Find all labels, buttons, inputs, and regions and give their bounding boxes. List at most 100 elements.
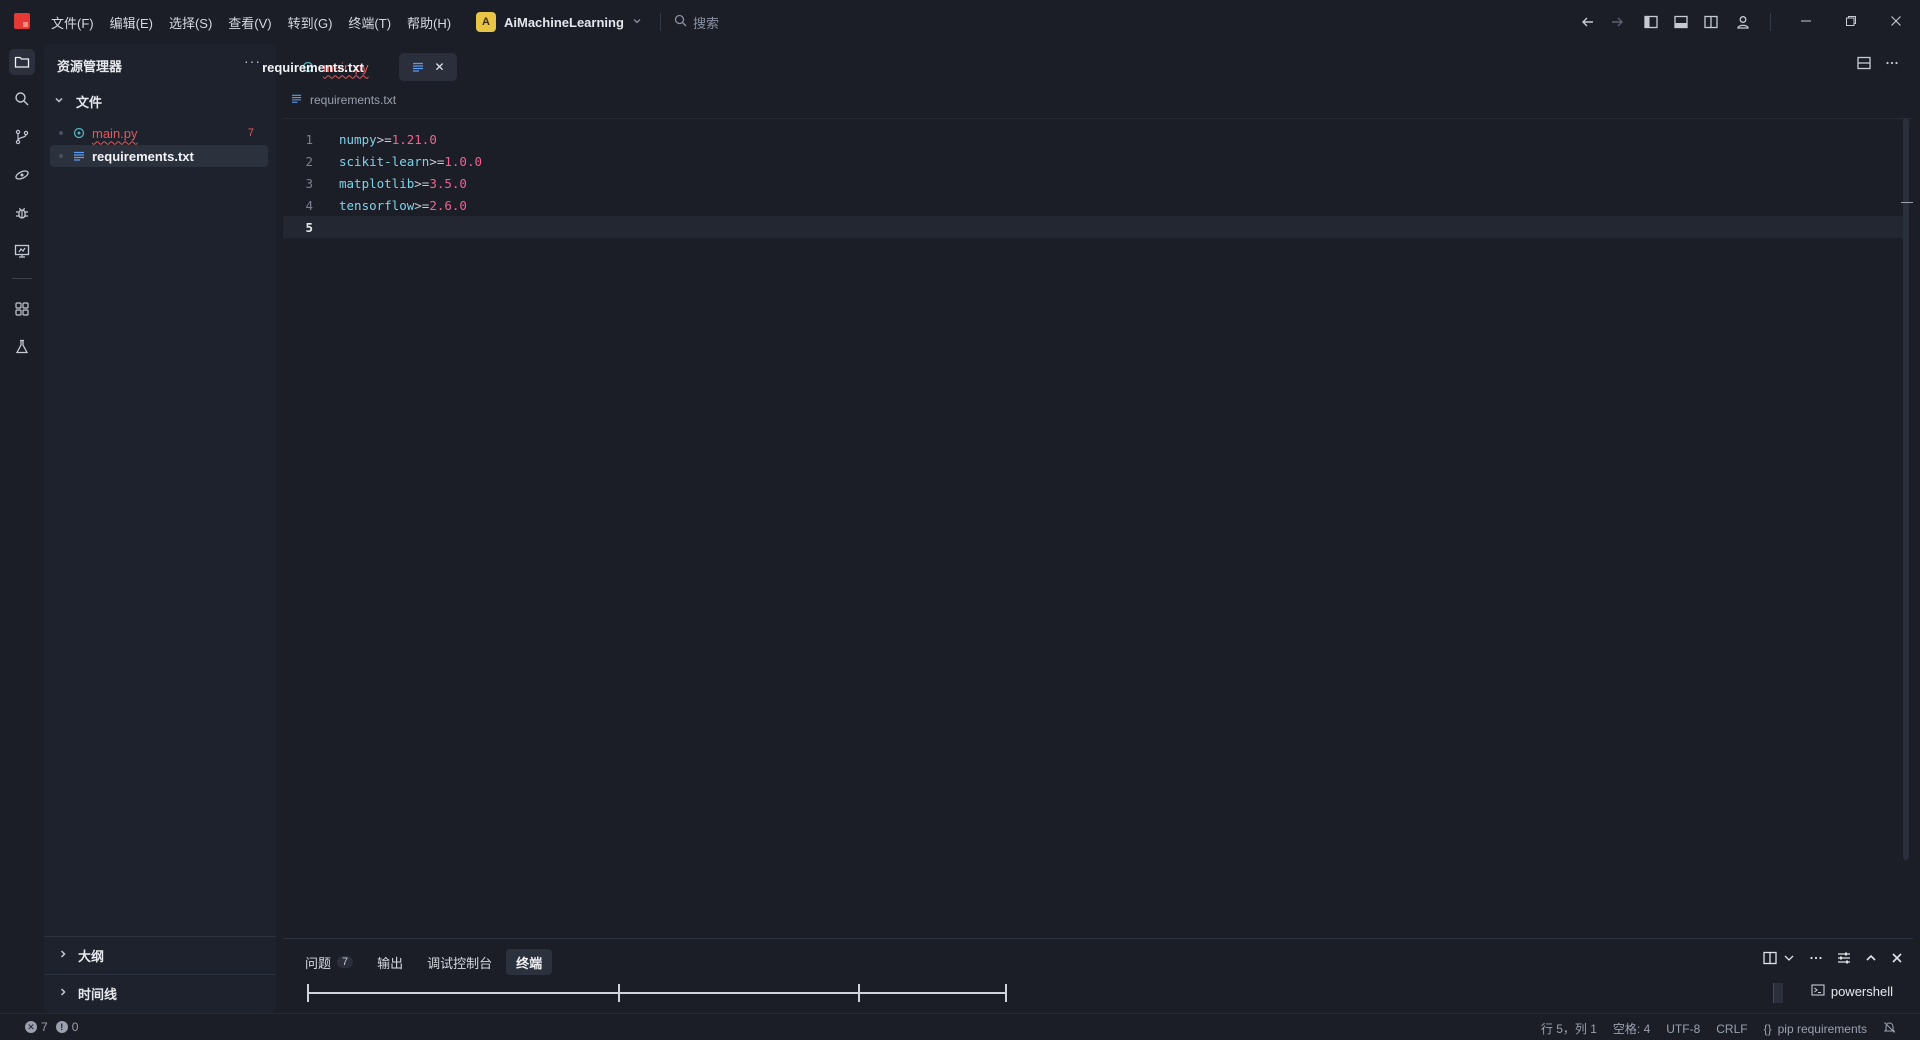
folder-header[interactable]: 文件 bbox=[54, 92, 102, 111]
current-line: 5 bbox=[283, 216, 1903, 238]
project-name: AiMachineLearning bbox=[504, 14, 624, 30]
package-name: scikit-learn bbox=[339, 153, 430, 169]
sidebar-title: 资源管理器 bbox=[57, 59, 123, 74]
timeline-section[interactable]: 时间线 bbox=[44, 974, 276, 1012]
app-logo-icon bbox=[14, 13, 30, 29]
breadcrumb-label: requirements.txt bbox=[310, 92, 397, 107]
package-name: tensorflow bbox=[339, 197, 415, 213]
line-text: scikit-learn>=1.0.0 bbox=[339, 154, 482, 169]
source-control-icon[interactable] bbox=[9, 124, 35, 150]
progress-tick bbox=[1005, 984, 1007, 1002]
file-name: requirements.txt bbox=[92, 148, 194, 164]
tab-requirements-txt[interactable]: requirements.txt ✕ bbox=[262, 53, 457, 81]
title-bar: 文件(F) 编辑(E) 选择(S) 查看(V) 转到(G) 终端(T) 帮助(H… bbox=[0, 0, 1920, 44]
project-badge: A bbox=[476, 12, 496, 32]
tab-debug-console[interactable]: 调试控制台 bbox=[417, 949, 502, 975]
terminal-progress-bar bbox=[307, 983, 1007, 1003]
chevron-right-icon bbox=[58, 949, 68, 962]
chevron-down-icon[interactable] bbox=[1783, 951, 1795, 968]
close-window-icon[interactable] bbox=[1882, 8, 1910, 34]
remote-explorer-icon[interactable] bbox=[9, 238, 35, 264]
terminal-settings-icon[interactable] bbox=[1837, 951, 1851, 968]
tab-terminal[interactable]: 终端 bbox=[506, 949, 553, 975]
operator: >= bbox=[414, 197, 430, 213]
file-name: main.py bbox=[92, 125, 138, 141]
arrow-left-icon[interactable] bbox=[1577, 11, 1599, 33]
close-panel-icon[interactable] bbox=[1891, 951, 1903, 968]
toggle-secondary-sidebar-icon[interactable] bbox=[1700, 11, 1722, 33]
tab-label: 输出 bbox=[377, 955, 404, 971]
explorer-icon[interactable] bbox=[9, 49, 35, 75]
menu-go[interactable]: 转到(G) bbox=[288, 13, 341, 32]
file-item-requirements-txt[interactable]: requirements.txt bbox=[50, 145, 268, 167]
operator: >= bbox=[429, 153, 445, 169]
global-search[interactable]: 搜索 bbox=[674, 11, 719, 33]
activity-bar bbox=[0, 44, 44, 1013]
notifications-muted-icon[interactable] bbox=[1883, 1021, 1896, 1037]
menu-view[interactable]: 查看(V) bbox=[228, 13, 279, 32]
maximize-panel-icon[interactable] bbox=[1865, 951, 1877, 968]
explorer-sidebar: 资源管理器 ··· 文件 main.py 7 requirements.txt … bbox=[44, 44, 276, 1013]
remote-icon[interactable] bbox=[9, 162, 35, 188]
restore-icon[interactable] bbox=[1837, 8, 1865, 34]
status-bar: ✕ 7 ! 0 行 5，列 1 空格: 4 UTF-8 CRLF {} pip … bbox=[0, 1013, 1920, 1040]
split-terminal-icon[interactable] bbox=[1763, 951, 1777, 968]
split-editor-icon[interactable] bbox=[1857, 56, 1871, 73]
line-text: tensorflow>=2.6.0 bbox=[339, 198, 467, 213]
cursor-position[interactable]: 行 5，列 1 bbox=[1541, 1020, 1597, 1037]
menu-selection[interactable]: 选择(S) bbox=[169, 13, 220, 32]
debug-icon[interactable] bbox=[9, 200, 35, 226]
arrow-right-icon[interactable] bbox=[1606, 11, 1628, 33]
section-label: 大纲 bbox=[78, 949, 105, 964]
menu-edit[interactable]: 编辑(E) bbox=[110, 13, 161, 32]
outline-section[interactable]: 大纲 bbox=[44, 936, 276, 974]
error-count: 7 bbox=[41, 1020, 48, 1034]
editor-scrollbar[interactable] bbox=[1903, 118, 1909, 860]
menu-bar: 文件(F) 编辑(E) 选择(S) 查看(V) 转到(G) 终端(T) 帮助(H… bbox=[51, 0, 467, 44]
close-tab-icon[interactable]: ✕ bbox=[435, 60, 445, 74]
testing-flask-icon[interactable] bbox=[9, 334, 35, 360]
encoding[interactable]: UTF-8 bbox=[1666, 1022, 1700, 1036]
problem-count-badge: 7 bbox=[247, 127, 254, 139]
tab-output[interactable]: 输出 bbox=[367, 949, 413, 975]
problems-status[interactable]: ✕ 7 ! 0 bbox=[25, 1020, 78, 1034]
editor-tabs: main.py requirements.txt ✕ bbox=[262, 52, 465, 82]
terminal-session-powershell[interactable]: powershell bbox=[1811, 983, 1893, 1000]
line-number: 3 bbox=[305, 175, 313, 191]
breadcrumb[interactable]: requirements.txt bbox=[291, 92, 396, 107]
indent-dot bbox=[59, 131, 63, 135]
account-icon[interactable] bbox=[1732, 11, 1754, 33]
menu-terminal[interactable]: 终端(T) bbox=[348, 13, 399, 32]
more-actions-icon[interactable] bbox=[1885, 56, 1899, 73]
line-ending[interactable]: CRLF bbox=[1716, 1022, 1747, 1036]
search-icon[interactable] bbox=[9, 86, 35, 112]
language-mode[interactable]: {} pip requirements bbox=[1764, 1022, 1867, 1036]
code-editor[interactable]: 1 numpy>=1.21.0 2 scikit-learn>=1.0.0 3 … bbox=[283, 128, 1903, 238]
editor-actions bbox=[1857, 56, 1899, 73]
toggle-panel-icon[interactable] bbox=[1670, 11, 1692, 33]
extensions-icon[interactable] bbox=[9, 296, 35, 322]
folder-label: 文件 bbox=[76, 95, 103, 110]
status-right: 行 5，列 1 空格: 4 UTF-8 CRLF {} pip requirem… bbox=[1541, 1020, 1896, 1037]
code-line: 2 scikit-learn>=1.0.0 bbox=[283, 150, 1903, 172]
more-actions-button[interactable]: ··· bbox=[244, 53, 261, 69]
menu-file[interactable]: 文件(F) bbox=[51, 13, 102, 32]
toggle-sidebar-icon[interactable] bbox=[1640, 11, 1662, 33]
divider bbox=[1770, 13, 1771, 31]
indentation[interactable]: 空格: 4 bbox=[1613, 1020, 1650, 1037]
text-file-icon bbox=[72, 149, 86, 163]
tab-label: 问题 bbox=[305, 955, 332, 971]
divider bbox=[12, 278, 32, 279]
menu-help[interactable]: 帮助(H) bbox=[407, 13, 459, 32]
progress-tick bbox=[858, 984, 860, 1002]
minimize-icon[interactable] bbox=[1792, 8, 1820, 34]
file-item-main-py[interactable]: main.py 7 bbox=[50, 122, 268, 144]
error-icon: ✕ bbox=[25, 1021, 37, 1033]
panel-actions bbox=[1763, 951, 1903, 968]
line-number: 2 bbox=[305, 153, 313, 169]
terminal-tabs-edge bbox=[1773, 983, 1783, 1003]
tab-problems[interactable]: 问题 7 bbox=[295, 949, 363, 975]
project-switcher[interactable]: A AiMachineLearning bbox=[476, 11, 642, 33]
language-label: pip requirements bbox=[1777, 1021, 1867, 1036]
more-actions-icon[interactable] bbox=[1809, 951, 1823, 968]
